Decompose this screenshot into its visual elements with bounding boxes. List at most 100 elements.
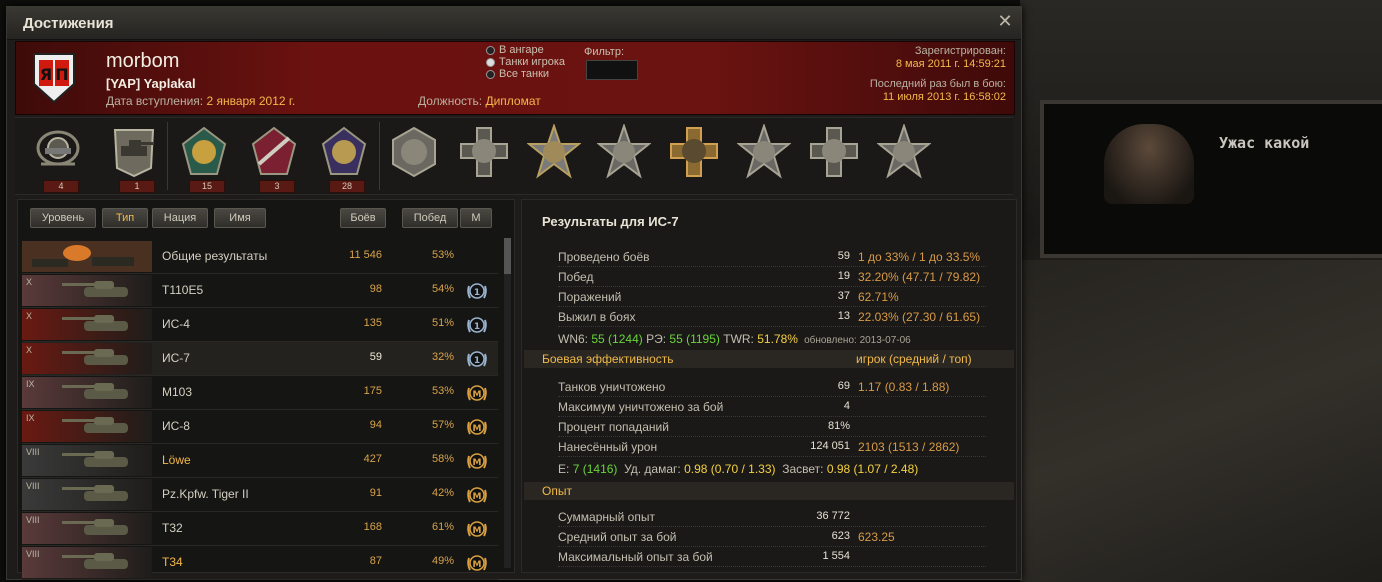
tank-thumbnail: IX: [22, 411, 152, 442]
achievement-count: 28: [329, 180, 365, 193]
svg-text:1: 1: [474, 288, 480, 298]
radio-all-tanks[interactable]: Все танки: [486, 68, 565, 80]
tank-icon: [62, 281, 128, 297]
achievement-count: 1: [119, 180, 155, 193]
class-medal-2-icon[interactable]: 3: [247, 124, 301, 193]
scrollbar-thumb[interactable]: [504, 238, 511, 274]
stat-wins: Побед 19 32.20% (47.71 / 79.82): [558, 268, 986, 287]
divider: [379, 122, 380, 190]
tank-battles: 87: [369, 555, 382, 567]
tank-winrate: 32%: [431, 351, 454, 363]
tank-icon: [62, 349, 128, 365]
tank-winrate: 54%: [431, 283, 454, 295]
window-titlebar: Достижения ✕: [7, 7, 1021, 40]
tank-list-panel: Уровень Тип Нация Имя Боёв Побед M Общие…: [17, 199, 515, 580]
sort-wins-button[interactable]: Побед: [402, 208, 458, 228]
tank-name: T110E5: [162, 283, 204, 297]
tank-row[interactable]: X ИС-4 135 51% 1: [22, 308, 498, 342]
class-medal-3-icon[interactable]: 28: [317, 124, 371, 193]
sort-tier-button[interactable]: Уровень: [30, 208, 96, 228]
hero-medal-5-icon[interactable]: [667, 124, 721, 180]
rating-line: WN6: 55 (1244) РЭ: 55 (1195) TWR: 51.78%…: [558, 332, 911, 346]
tank-winrate: 57%: [431, 419, 454, 431]
hero-medal-4-icon[interactable]: [596, 122, 652, 180]
svg-text:M: M: [473, 560, 482, 570]
tank-battles: 11 546: [349, 249, 382, 261]
tank-tier: VIII: [26, 447, 40, 457]
mastery-badge-icon: M: [464, 414, 490, 440]
tank-row[interactable]: VIII Pz.Kpfw. Tiger II 91 42% M: [22, 478, 498, 512]
registration-info: Зарегистрирован: 8 мая 2011 г. 14:59:21 …: [870, 45, 1006, 104]
radio-icon: [486, 45, 495, 55]
sort-type-button[interactable]: Тип: [102, 208, 148, 228]
radio-selected-icon: [486, 57, 495, 67]
tank-thumbnail: IX: [22, 377, 152, 408]
radio-player-tanks[interactable]: Танки игрока: [486, 56, 565, 68]
tank-tier: IX: [26, 379, 35, 389]
scrollbar[interactable]: [504, 238, 511, 568]
tank-row[interactable]: VIII T32 168 61% M: [22, 512, 498, 546]
tank-thumbnail: X: [22, 275, 152, 306]
hero-medal-7-icon[interactable]: [807, 124, 861, 180]
class-medal-1-icon[interactable]: 15: [177, 124, 231, 193]
sniper-badge-icon[interactable]: 4: [31, 124, 85, 193]
tank-row[interactable]: VIII T34 87 49% M: [22, 546, 498, 580]
player-header: Я П morbom [YAP] Yaplakal Дата вступлени…: [15, 41, 1015, 115]
stat-survived: Выжил в боях 13 22.03% (27.30 / 61.65): [558, 308, 986, 327]
stat-avg-exp: Средний опыт за бой 623 623.25: [558, 528, 986, 547]
tank-row[interactable]: VIII Löwe 427 58% M: [22, 444, 498, 478]
hero-medal-1-icon[interactable]: [387, 124, 441, 180]
tank-name: T34: [162, 555, 183, 569]
close-icon[interactable]: ✕: [995, 11, 1015, 31]
tank-icon: [62, 315, 128, 331]
achievement-count: 4: [43, 180, 79, 193]
tank-tier: VIII: [26, 549, 40, 559]
section-experience: Опыт: [524, 482, 1014, 500]
tank-battles: 135: [363, 317, 382, 329]
tank-name: ИС-4: [162, 317, 190, 331]
hero-medal-6-icon[interactable]: [736, 122, 792, 180]
role: Должность: Дипломат: [418, 94, 541, 108]
sort-name-button[interactable]: Имя: [214, 208, 266, 228]
tank-row[interactable]: X ИС-7 59 32% 1: [22, 342, 498, 376]
sort-nation-button[interactable]: Нация: [152, 208, 208, 228]
hero-medal-8-icon[interactable]: [876, 122, 932, 180]
radio-icon: [486, 69, 495, 79]
tank-winrate: 61%: [431, 521, 454, 533]
sort-mastery-button[interactable]: M: [460, 208, 492, 228]
join-date-label: Дата вступления:: [106, 94, 204, 108]
tank-name: M103: [162, 385, 193, 399]
stat-total-exp: Суммарный опыт 36 772: [558, 508, 986, 527]
tank-battles: 98: [369, 283, 382, 295]
tank-thumbnail: VIII: [22, 513, 152, 544]
achievement-count: 3: [259, 180, 295, 193]
overall-results-row[interactable]: Общие результаты 11 546 53%: [22, 240, 498, 274]
tank-thumbnail: VIII: [22, 445, 152, 476]
stat-battles: Проведено боёв 59 1 до 33% / 1 до 33.5%: [558, 248, 986, 267]
mastery-badge-icon: M: [464, 448, 490, 474]
tank-winrate: 53%: [431, 385, 454, 397]
filter-input[interactable]: [586, 60, 638, 80]
tank-battles: 91: [369, 487, 382, 499]
sort-battles-button[interactable]: Боёв: [340, 208, 386, 228]
section-efficiency: Боевая эффективность игрок (средний / топ…: [524, 350, 1014, 368]
tank-name: ИС-7: [162, 351, 190, 365]
stat-losses: Поражений 37 62.71%: [558, 288, 986, 307]
video-screen: Ужас какой: [1040, 100, 1382, 258]
clan-logo-icon: Я П: [33, 53, 75, 104]
tank-row[interactable]: X T110E5 98 54% 1: [22, 274, 498, 308]
achievements-window: Достижения ✕ Я П morbom [YAP] Yaplakal Д…: [6, 6, 1022, 580]
tank-badge-icon[interactable]: 1: [107, 124, 161, 193]
mastery-badge-icon: 1: [464, 346, 490, 372]
role-label: Должность:: [418, 94, 483, 108]
hero-medal-2-icon[interactable]: [457, 124, 511, 180]
stat-max-exp: Максимальный опыт за бой 1 554: [558, 548, 986, 567]
tank-row[interactable]: IX M103 175 53% M: [22, 376, 498, 410]
tank-row[interactable]: IX ИС-8 94 57% M: [22, 410, 498, 444]
clan-name: Yaplakal: [143, 76, 196, 91]
hangar-floor: [1020, 260, 1382, 582]
tank-winrate: 42%: [431, 487, 454, 499]
radio-in-hangar[interactable]: В ангаре: [486, 44, 565, 56]
join-date: Дата вступления: 2 января 2012 г.: [106, 94, 295, 108]
hero-medal-3-icon[interactable]: [526, 122, 582, 180]
